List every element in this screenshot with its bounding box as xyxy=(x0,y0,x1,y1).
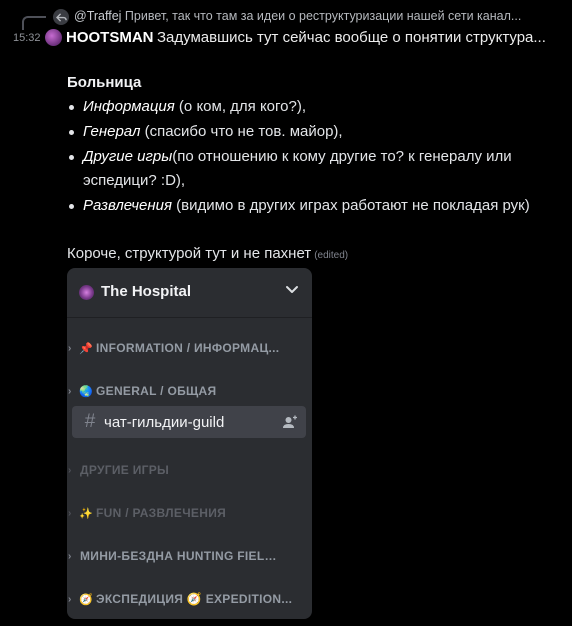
channel-name: чат-гильдии-guild xyxy=(104,413,225,431)
chevron-right-icon: › xyxy=(68,550,72,562)
bullet-list: Информация (о ком, для кого?), Генерал (… xyxy=(67,95,557,219)
embedded-image[interactable]: The Hospital › 📌 INFORMATION / ИНФОРМАЦ.… xyxy=(67,268,312,619)
chevron-right-icon: › xyxy=(68,593,72,605)
add-user-icon[interactable] xyxy=(282,414,298,430)
compass-icon: 🧭 xyxy=(79,593,93,606)
channel-item[interactable]: # чат-гильдии-guild xyxy=(72,406,306,438)
server-header[interactable]: The Hospital xyxy=(67,268,312,318)
sparkles-icon: ✨ xyxy=(79,507,93,520)
list-item: Другие игры(по отношению к кому другие т… xyxy=(67,145,557,193)
message-summary: Короче, структурой тут и не пахнет (edite… xyxy=(67,245,349,262)
hash-icon: # xyxy=(84,411,96,432)
chevron-right-icon: › xyxy=(68,342,72,354)
list-item: Развлечения (видимо в других играх работ… xyxy=(67,194,557,218)
category-general[interactable]: › 🌏 GENERAL / ОБЩАЯ xyxy=(67,382,312,400)
edited-label: (edited) xyxy=(314,250,349,261)
chevron-right-icon: › xyxy=(68,464,72,476)
list-item: Информация (о ком, для кого?), xyxy=(67,95,557,119)
message-first-line: Задумавшись тут сейчас вообще о понятии … xyxy=(157,29,546,46)
category-expedition[interactable]: › 🧭 ЭКСПЕДИЦИЯ 🧭 EXPEDITION... xyxy=(67,590,312,608)
author-avatar[interactable] xyxy=(45,29,62,46)
globe-icon: 🌏 xyxy=(79,385,93,398)
author-name[interactable]: HOOTSMAN xyxy=(66,29,154,46)
message-heading: Больница xyxy=(67,74,142,91)
list-item: Генерал (спасибо что не тов. майор), xyxy=(67,120,557,144)
reply-author[interactable]: @Traffej xyxy=(74,9,121,23)
reply-icon xyxy=(53,9,69,25)
category-other-games[interactable]: › ДРУГИЕ ИГРЫ xyxy=(67,461,312,479)
chevron-right-icon: › xyxy=(68,385,72,397)
server-name: The Hospital xyxy=(101,283,192,300)
reply-snippet: Привет, так что там за идеи о реструктур… xyxy=(124,9,522,23)
pin-icon: 📌 xyxy=(79,342,93,355)
message-timestamp: 15:32 xyxy=(13,32,41,44)
category-information[interactable]: › 📌 INFORMATION / ИНФОРМАЦ... xyxy=(67,339,312,357)
reply-preview[interactable]: @Traffej Привет, так что там за идеи о р… xyxy=(74,9,554,23)
chevron-right-icon: › xyxy=(68,507,72,519)
category-mini-abyss[interactable]: › МИНИ-БЕЗДНА HUNTING FIELDS xyxy=(67,547,312,565)
discord-message-view: @Traffej Привет, так что там за идеи о р… xyxy=(0,0,572,626)
chevron-down-icon[interactable] xyxy=(285,282,299,296)
reply-spine xyxy=(22,16,46,30)
server-icon xyxy=(79,285,94,300)
category-fun[interactable]: › ✨ FUN / РАЗВЛЕЧЕНИЯ xyxy=(67,504,312,522)
